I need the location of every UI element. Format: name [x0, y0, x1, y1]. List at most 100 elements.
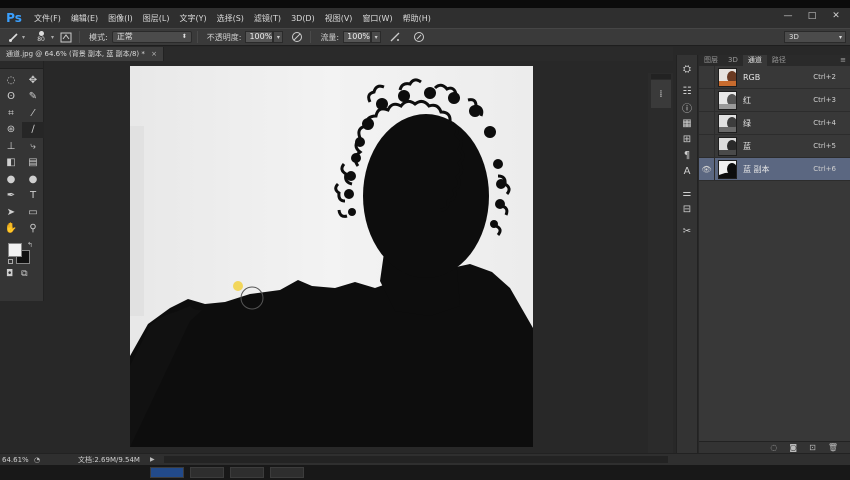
new-channel-icon[interactable]: ⊡ — [809, 443, 816, 452]
zoom-tool-icon[interactable]: ⚲ — [22, 221, 44, 238]
tool-preset-arrow-icon[interactable]: ▾ — [22, 34, 25, 41]
channel-row-red[interactable]: 红 Ctrl+3 — [699, 88, 850, 112]
status-info-icon[interactable]: ◔ — [34, 456, 44, 464]
taskbar-item[interactable] — [150, 467, 184, 478]
opacity-label: 不透明度: — [206, 32, 242, 42]
status-menu-arrow-icon[interactable]: ▶ — [150, 456, 155, 463]
airbrush-icon[interactable] — [387, 30, 403, 44]
minimize-icon[interactable]: — — [782, 11, 794, 21]
pen-tool-icon[interactable]: ✒ — [0, 188, 22, 205]
brush-panel-toggle-icon[interactable] — [58, 30, 74, 44]
panel-menu-icon[interactable]: ≡ — [840, 55, 850, 66]
styles-panel-icon[interactable]: ⊞ — [677, 131, 697, 147]
save-selection-icon[interactable]: ◙ — [789, 443, 797, 452]
menu-view[interactable]: 视图(V) — [320, 13, 358, 24]
screen-mode-icon[interactable]: ⧉ — [21, 269, 27, 279]
menu-filter[interactable]: 滤镜(T) — [249, 13, 286, 24]
blur-tool-icon[interactable]: ● — [0, 171, 22, 188]
rectangle-tool-icon[interactable]: ▭ — [22, 204, 44, 221]
eyedropper-tool-icon[interactable]: ⁄ — [22, 105, 44, 122]
brush-presets-panel-icon[interactable]: ⊟ — [677, 201, 697, 217]
tools-panel-header[interactable] — [0, 61, 43, 69]
menu-window[interactable]: 窗口(W) — [357, 13, 397, 24]
visibility-toggle[interactable] — [699, 88, 715, 112]
collapsed-panel-header[interactable] — [651, 74, 671, 79]
menu-select[interactable]: 选择(S) — [212, 13, 249, 24]
tools-panel: ◌ ✥ ʘ ✎ ⌗ ⁄ ⊛ ∕ ⊥ ⤷ ◧ ▤ ● ● ✒ T ➤ ▭ ✋ ⚲ ↰ ◘ ⧉ — [0, 61, 44, 301]
close-tab-icon[interactable]: × — [151, 50, 157, 58]
taskbar-item[interactable] — [190, 467, 224, 478]
history-panel-icon[interactable]: ⛭ — [677, 61, 697, 77]
load-selection-icon[interactable]: ◌ — [770, 443, 777, 452]
crop-tool-icon[interactable]: ⌗ — [0, 105, 22, 122]
collapsed-panel-icon[interactable]: ⁞ — [651, 80, 671, 108]
channel-row-blue-copy[interactable]: 👁 蓝 副本 Ctrl+6 — [699, 157, 850, 181]
taskbar-item[interactable] — [230, 467, 264, 478]
tab-3d[interactable]: 3D — [723, 55, 743, 66]
default-colors-icon[interactable] — [8, 259, 13, 264]
brush-size-arrow-icon[interactable]: ▾ — [51, 34, 54, 41]
menu-layer[interactable]: 图层(L) — [138, 13, 175, 24]
dodge-tool-icon[interactable]: ● — [22, 171, 44, 188]
quick-mask-icon[interactable]: ◘ — [6, 269, 13, 279]
tool-presets-panel-icon[interactable]: ✂ — [677, 223, 697, 239]
image-canvas[interactable] — [130, 66, 533, 447]
move-tool-icon[interactable]: ✥ — [22, 72, 44, 89]
menu-type[interactable]: 文字(Y) — [174, 13, 211, 24]
flow-dropdown-icon[interactable]: ▾ — [371, 31, 382, 43]
pressure-opacity-icon[interactable] — [289, 30, 305, 44]
gradient-tool-icon[interactable]: ▤ — [22, 155, 44, 172]
hand-tool-icon[interactable]: ✋ — [0, 221, 22, 238]
horizontal-scrollbar[interactable] — [164, 456, 668, 463]
info-panel-icon[interactable]: ⓘ — [677, 99, 697, 115]
visibility-toggle[interactable] — [699, 134, 715, 158]
visibility-toggle[interactable]: 👁 — [699, 157, 715, 181]
swatches-panel-icon[interactable]: ▦ — [677, 115, 697, 131]
menu-file[interactable]: 文件(F) — [29, 13, 66, 24]
opacity-dropdown-icon[interactable]: ▾ — [273, 31, 284, 43]
opacity-input[interactable]: 100% — [245, 31, 274, 43]
marquee-tool-icon[interactable]: ◌ — [0, 72, 22, 89]
menu-3d[interactable]: 3D(D) — [286, 14, 320, 23]
lasso-tool-icon[interactable]: ʘ — [0, 89, 22, 106]
channel-row-blue[interactable]: 蓝 Ctrl+5 — [699, 134, 850, 158]
channel-name: 蓝 副本 — [743, 164, 770, 174]
type-tool-icon[interactable]: T — [22, 188, 44, 205]
visibility-toggle[interactable] — [699, 111, 715, 135]
pressure-size-icon[interactable] — [411, 30, 427, 44]
tab-layers[interactable]: 图层 — [699, 55, 723, 66]
healing-brush-tool-icon[interactable]: ⊛ — [0, 122, 22, 139]
tab-channels[interactable]: 通道 — [742, 55, 767, 66]
maximize-icon[interactable]: □ — [806, 11, 818, 21]
menu-help[interactable]: 帮助(H) — [398, 13, 436, 24]
channel-row-rgb[interactable]: RGB Ctrl+2 — [699, 65, 850, 89]
paragraph-panel-icon[interactable]: ¶ — [677, 147, 697, 163]
window-controls: — □ ✕ — [782, 11, 842, 21]
path-select-tool-icon[interactable]: ➤ — [0, 204, 22, 221]
document-tab[interactable]: 通道.jpg @ 64.6% (背景 副本, 蓝 副本/8) * × — [0, 47, 164, 61]
menu-image[interactable]: 图像(I) — [103, 13, 138, 24]
character-panel-icon[interactable]: A — [677, 163, 697, 179]
foreground-color-swatch[interactable] — [8, 243, 22, 257]
channel-row-green[interactable]: 绿 Ctrl+4 — [699, 111, 850, 135]
flow-input[interactable]: 100% — [343, 31, 372, 43]
delete-channel-icon[interactable]: 🗑 — [828, 443, 838, 452]
visibility-toggle[interactable] — [699, 65, 715, 89]
properties-panel-icon[interactable]: ⚌ — [677, 185, 697, 201]
quick-select-tool-icon[interactable]: ✎ — [22, 89, 44, 106]
history-brush-tool-icon[interactable]: ⤷ — [22, 138, 44, 155]
zoom-level[interactable]: 64.61% — [2, 456, 34, 464]
swap-colors-icon[interactable]: ↰ — [27, 241, 33, 249]
taskbar-item[interactable] — [270, 467, 304, 478]
close-icon[interactable]: ✕ — [830, 11, 842, 21]
eraser-tool-icon[interactable]: ◧ — [0, 155, 22, 172]
clone-stamp-tool-icon[interactable]: ⊥ — [0, 138, 22, 155]
brush-size-picker[interactable]: 80 — [31, 30, 51, 45]
workspace-switcher[interactable]: 3D ▾ — [784, 31, 846, 43]
mode-select[interactable]: 正常 ⬍ — [111, 31, 192, 43]
tab-paths[interactable]: 路径 — [767, 55, 791, 66]
brush-tool-icon[interactable]: ∕ — [22, 121, 44, 138]
brush-preset-icon[interactable] — [6, 30, 22, 44]
adjustments-panel-icon[interactable]: ☷ — [677, 83, 697, 99]
menu-edit[interactable]: 编辑(E) — [66, 13, 103, 24]
